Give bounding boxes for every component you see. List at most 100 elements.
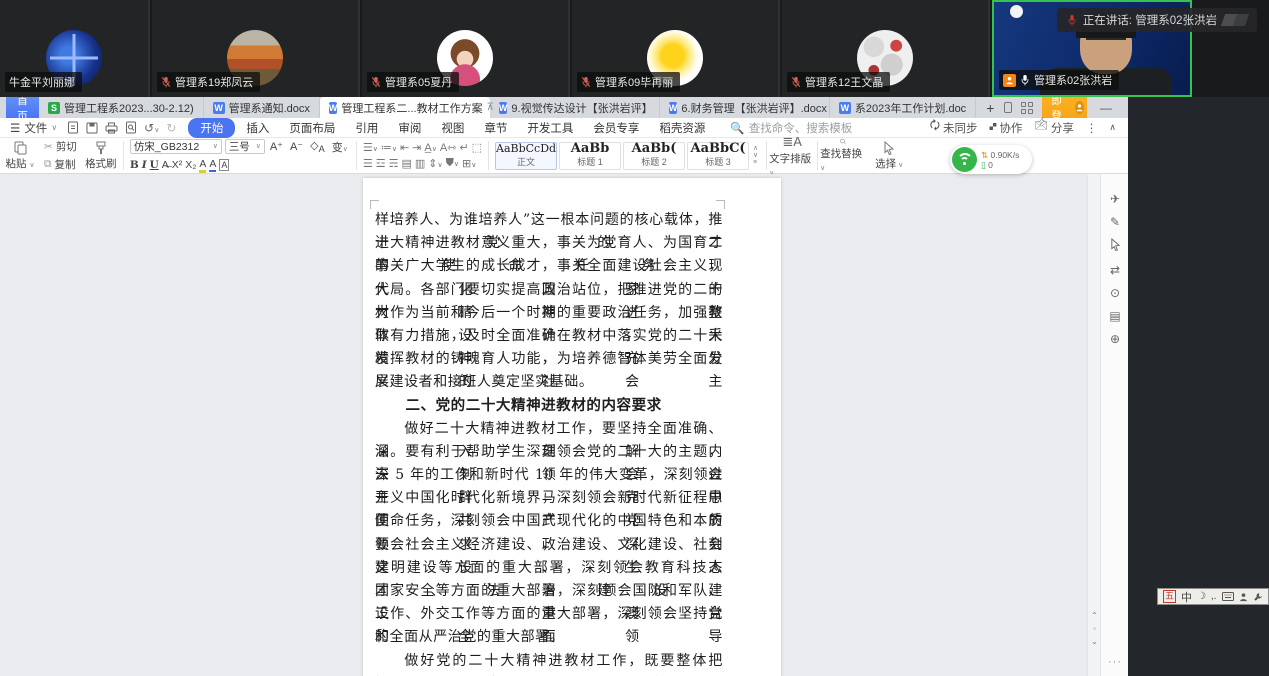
align-right-button[interactable]: ☴ bbox=[389, 157, 399, 170]
sync-status[interactable]: 🗘未同步 bbox=[930, 118, 978, 137]
participant-tile[interactable]: 管理系12王文晶 bbox=[782, 0, 990, 97]
font-color-button[interactable]: A bbox=[209, 158, 216, 172]
page-up-icon[interactable]: ⌃ bbox=[1091, 611, 1098, 620]
style-scroll-up-icon[interactable]: ∧ bbox=[753, 145, 758, 152]
text-line[interactable]: 主义中国化时代化新境界，深刻领会新时代新征程中国共产党的 bbox=[375, 487, 723, 510]
new-tab-button[interactable]: + bbox=[976, 100, 1004, 116]
increase-indent-button[interactable]: ⇥ bbox=[412, 141, 421, 154]
text-line[interactable]: 工作、外交工作等方面的重大部署，深刻领会坚持党的全面领导 bbox=[375, 603, 723, 626]
undo-icon[interactable]: ↺∨ bbox=[144, 121, 159, 135]
text-line[interactable]: 涵。要有利于帮助学生深刻领会党的二十大的主题，深刻领会过 bbox=[375, 441, 723, 464]
minimize-button[interactable]: — bbox=[1096, 101, 1116, 115]
italic-button[interactable]: I bbox=[142, 159, 147, 171]
file-tab[interactable]: W 9.视觉传达设计【张洪岩评】 bbox=[490, 97, 660, 118]
save-icon[interactable] bbox=[86, 122, 98, 134]
workspace-grid-icon[interactable] bbox=[1021, 102, 1033, 114]
text-line[interactable]: 做好党的二十大精神进教材工作，既要整体把握、全面系统， bbox=[375, 650, 723, 673]
menu-item-references[interactable]: 引用 bbox=[346, 118, 387, 138]
more-menu-icon[interactable]: ⋮ bbox=[1086, 121, 1098, 135]
menu-item-member[interactable]: 会员专享 bbox=[584, 118, 648, 138]
document-page[interactable]: 样培养人、为谁培养人”这一根本问题的核心载体，推进党的二 十大精神进教材意义重大… bbox=[363, 178, 781, 676]
text-line[interactable]: 十大精神进教材意义重大，事关为党育人、为国育才的使命任务， bbox=[375, 232, 723, 255]
share-button[interactable]: 🖄分享 bbox=[1034, 118, 1073, 137]
page-down-icon[interactable]: ⌄ bbox=[1091, 637, 1098, 646]
number-list-button[interactable]: ≔∨ bbox=[381, 141, 397, 154]
menu-item-view[interactable]: 视图 bbox=[432, 118, 473, 138]
browse-object-icon[interactable]: ◦ bbox=[1093, 624, 1096, 633]
strikethrough-button[interactable]: A̶ bbox=[162, 159, 169, 171]
select-cursor-icon[interactable] bbox=[1110, 238, 1121, 254]
fullwidth-moon-icon[interactable]: ☽ bbox=[1197, 591, 1206, 602]
style-heading1[interactable]: AaBb 标题 1 bbox=[559, 142, 621, 170]
net-speed-widget[interactable]: ⇅ 0.90K/s ▯ 0 bbox=[950, 145, 1032, 174]
wrap-icon[interactable]: ↵ bbox=[459, 141, 468, 154]
text-line[interactable]: 文明建设等方面的重大部署，深刻领会教育科技人才、法治建设、 bbox=[375, 557, 723, 580]
punctuation-icon[interactable]: ,. bbox=[1211, 591, 1217, 602]
file-tab[interactable]: W 系2023年工作计划.doc bbox=[830, 97, 976, 118]
font-name-select[interactable]: 仿宋_GB2312 ∨ bbox=[130, 139, 222, 154]
bold-button[interactable]: B bbox=[130, 159, 139, 171]
subscript-button[interactable]: X₂ bbox=[185, 159, 196, 171]
superscript-button[interactable]: X² bbox=[172, 159, 183, 171]
soft-keyboard-icon[interactable] bbox=[1222, 592, 1234, 601]
menu-item-home[interactable]: 开始 bbox=[188, 118, 235, 138]
file-menu[interactable]: ☰ 文件 ∨ bbox=[0, 120, 65, 136]
menu-item-review[interactable]: 审阅 bbox=[389, 118, 430, 138]
cut-button[interactable]: ✂剪切 bbox=[44, 139, 77, 154]
text-line[interactable]: 发挥教材的铸魂育人功能，为培养德智体美劳全面发展的社会主 bbox=[375, 348, 723, 371]
wrench-icon[interactable] bbox=[1253, 592, 1263, 602]
text-layout-tool[interactable]: ≣A 文字排版 ∨ bbox=[769, 138, 815, 173]
text-line[interactable]: 事关广大学生的成长成才，事关全面建设社会主义现代化国家的 bbox=[375, 255, 723, 278]
text-line[interactable]: 样培养人、为谁培养人”这一根本问题的核心载体，推进党的二 bbox=[375, 209, 723, 232]
paste-button[interactable]: 粘贴 ∨ bbox=[0, 138, 40, 173]
collaborate-button[interactable]: 🙾协作 bbox=[990, 120, 1023, 136]
decrease-indent-button[interactable]: ⇤ bbox=[400, 141, 409, 154]
style-heading3[interactable]: AaBbC( 标题 3 bbox=[687, 142, 749, 170]
print-icon[interactable] bbox=[105, 122, 118, 134]
section-heading[interactable]: 二、党的二十大精神进教材的内容要求 bbox=[375, 395, 723, 418]
file-tab[interactable]: W 管理系通知.docx bbox=[204, 97, 320, 118]
collapse-ribbon-icon[interactable]: ∧ bbox=[1109, 122, 1116, 133]
distribute-button[interactable]: ▥ bbox=[415, 157, 425, 170]
style-more-icon[interactable]: ≡ bbox=[753, 159, 758, 166]
quick-share-icon[interactable]: ✈ bbox=[1110, 192, 1120, 206]
shading-button[interactable]: ⛊∨ bbox=[446, 157, 459, 170]
text-line[interactable]: 做好二十大精神进教材工作，要坚持全面准确、深入理解内 bbox=[375, 418, 723, 441]
text-line[interactable]: 大局。各部门要切实提高政治站位，把推进党的二十大精神进教 bbox=[375, 279, 723, 302]
file-tab[interactable]: S 管理工程系2023...30-2.12) bbox=[39, 97, 204, 118]
style-normal[interactable]: AaBbCcDd 正文 bbox=[495, 142, 557, 170]
text-line[interactable]: 国家安全等方面的重大部署，深刻领会国防和军队建设、港澳台 bbox=[375, 580, 723, 603]
clear-format-icon[interactable]: ◇A bbox=[308, 139, 327, 154]
new-doc-icon[interactable] bbox=[67, 121, 79, 134]
menu-item-insert[interactable]: 插入 bbox=[237, 118, 278, 138]
restore-button[interactable] bbox=[1125, 101, 1128, 115]
globe-icon[interactable]: ⊕ bbox=[1110, 332, 1120, 346]
ime-mode-chinese[interactable]: 中 bbox=[1181, 589, 1192, 605]
doc-settings-icon[interactable]: ▤ bbox=[1109, 309, 1120, 323]
fit-width-icon[interactable]: ⇄ bbox=[1110, 263, 1120, 277]
underline-button[interactable]: U bbox=[150, 159, 159, 171]
select-tool-button[interactable]: 选择 ∨ bbox=[866, 138, 912, 173]
vertical-scrollbar[interactable]: ⌃ ◦ ⌄ bbox=[1087, 174, 1100, 676]
text-effects-icon[interactable]: 变∨ bbox=[330, 139, 350, 155]
align-center-button[interactable]: ☲ bbox=[376, 157, 386, 170]
char-border-icon[interactable]: A bbox=[219, 159, 229, 171]
bullet-list-button[interactable]: ☰∨ bbox=[363, 141, 378, 154]
history-clock-icon[interactable]: ⊙ bbox=[1110, 286, 1120, 300]
user-icon[interactable] bbox=[1239, 592, 1248, 602]
copy-button[interactable]: ⧉复制 bbox=[44, 157, 77, 172]
text-direction-icon[interactable]: A̲∨ bbox=[424, 142, 436, 154]
sidebar-more-button[interactable]: ··· bbox=[1101, 656, 1128, 668]
char-scale-icon[interactable]: A⇿ bbox=[440, 141, 457, 154]
document-text[interactable]: 样培养人、为谁培养人”这一根本问题的核心载体，推进党的二 十大精神进教材意义重大… bbox=[375, 209, 723, 676]
text-line[interactable]: 取有力措施，及时全面准确在教材中落实党的二十大精神，充分 bbox=[375, 325, 723, 348]
shrink-font-button[interactable]: A⁻ bbox=[288, 140, 305, 153]
show-marks-icon[interactable]: ⬚ bbox=[472, 141, 482, 154]
text-line[interactable]: 去 5 年的工作和新时代 10 年的伟大变革，深刻领会开辟马克思 bbox=[375, 464, 723, 487]
style-heading2[interactable]: AaBb( 标题 2 bbox=[623, 142, 685, 170]
find-replace-button[interactable]: 查找替换 ∨ bbox=[820, 138, 866, 173]
highlight-button[interactable]: A bbox=[199, 158, 206, 173]
text-line[interactable]: 材作为当前和今后一个时期的重要政治任务，加强整体设计，采 bbox=[375, 302, 723, 325]
participant-tile[interactable]: 管理系09毕再丽 bbox=[572, 0, 780, 97]
skin-center-icon[interactable] bbox=[1004, 102, 1012, 113]
